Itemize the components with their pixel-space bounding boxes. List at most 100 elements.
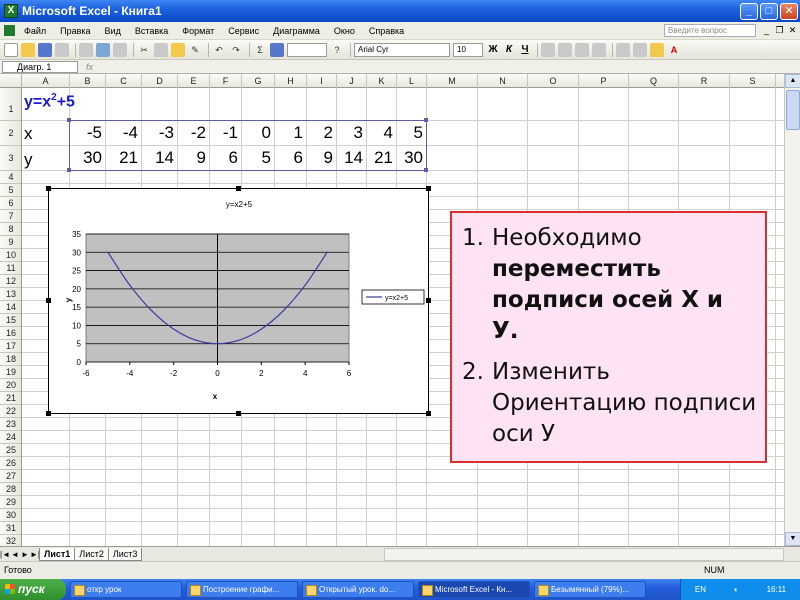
column-header[interactable]: C [106, 74, 142, 88]
taskbar-item[interactable]: Безымянный (79%)... [534, 581, 646, 598]
paste-icon[interactable] [171, 42, 185, 57]
row-header[interactable]: 16 [0, 327, 21, 340]
row-header[interactable]: 32 [0, 535, 21, 546]
row-header[interactable]: 20 [0, 379, 21, 392]
tray-icon[interactable]: ◐ [734, 585, 739, 594]
row-header[interactable]: 18 [0, 353, 21, 366]
column-header[interactable]: Q [629, 74, 679, 88]
tab-sheet3[interactable]: Лист3 [107, 547, 143, 561]
taskbar-item[interactable]: Построение графи... [186, 581, 298, 598]
close-button[interactable]: ✕ [780, 2, 798, 20]
autosum-icon[interactable]: Σ [253, 43, 267, 57]
menu-tools[interactable]: Сервис [221, 26, 266, 36]
column-header[interactable]: G [242, 74, 275, 88]
column-header[interactable]: L [397, 74, 427, 88]
first-sheet-icon[interactable]: |◄ [0, 550, 10, 559]
column-header[interactable]: N [478, 74, 528, 88]
row-header[interactable]: 11 [0, 262, 21, 275]
row-header[interactable]: 13 [0, 288, 21, 301]
chart-resize-handle[interactable] [426, 411, 431, 416]
row-header[interactable]: 14 [0, 301, 21, 314]
font-color-icon[interactable]: A [667, 43, 681, 57]
merge-center-icon[interactable] [592, 42, 606, 57]
next-sheet-icon[interactable]: ► [20, 550, 30, 559]
zoom-dropdown[interactable] [287, 42, 327, 57]
format-painter-icon[interactable]: ✎ [188, 43, 202, 57]
chart-resize-handle[interactable] [236, 186, 241, 191]
menu-format[interactable]: Формат [175, 26, 221, 36]
row-header[interactable]: 19 [0, 366, 21, 379]
column-header[interactable]: E [178, 74, 210, 88]
prev-sheet-icon[interactable]: ◄ [10, 550, 20, 559]
row-header[interactable]: 28 [0, 483, 21, 496]
column-header[interactable]: R [679, 74, 730, 88]
workbook-icon[interactable] [4, 25, 15, 36]
row-header[interactable]: 22 [0, 405, 21, 418]
cell-a1-formula-title[interactable]: y=x2+5 [24, 92, 75, 111]
row-header[interactable]: 27 [0, 470, 21, 483]
permission-icon[interactable] [55, 42, 69, 57]
chart-wizard-icon[interactable] [270, 42, 284, 57]
save-icon[interactable] [38, 42, 52, 57]
row-header[interactable]: 30 [0, 509, 21, 522]
range-handle[interactable] [424, 118, 428, 122]
excel-app-icon[interactable]: X [4, 4, 18, 18]
row-header[interactable]: 12 [0, 275, 21, 288]
range-handle[interactable] [67, 168, 71, 172]
row-header[interactable]: 2 [0, 121, 21, 146]
bold-button[interactable]: Ж [486, 44, 500, 55]
menu-window[interactable]: Окно [327, 26, 362, 36]
embedded-chart[interactable]: 0 5 10 15 20 25 30 35 -6 -4 -2 0 2 4 6 y=x2+5 y=x2+5 x y [48, 188, 429, 414]
menu-edit[interactable]: Правка [53, 26, 97, 36]
menu-view[interactable]: Вид [98, 26, 128, 36]
align-left-icon[interactable] [541, 42, 555, 57]
tab-sheet1[interactable]: Лист1 [39, 547, 76, 561]
row-header[interactable]: 5 [0, 184, 21, 197]
print-icon[interactable] [79, 42, 93, 57]
fill-color-icon[interactable] [650, 42, 664, 57]
menu-file[interactable]: Файл [17, 26, 53, 36]
undo-icon[interactable]: ↶ [212, 43, 226, 57]
cut-icon[interactable]: ✂ [137, 43, 151, 57]
fx-icon[interactable]: fx [86, 62, 93, 72]
copy-icon[interactable] [154, 42, 168, 57]
column-header[interactable]: F [210, 74, 242, 88]
chart-resize-handle[interactable] [236, 411, 241, 416]
cell-a3-y-label[interactable]: y [24, 150, 33, 170]
doc-restore-icon[interactable]: ❐ [774, 24, 785, 36]
spelling-icon[interactable] [113, 42, 127, 57]
cell-a2-x-label[interactable]: x [24, 124, 33, 144]
range-handle[interactable] [424, 168, 428, 172]
row-header[interactable]: 26 [0, 457, 21, 470]
row-header[interactable]: 3 [0, 146, 21, 171]
column-header[interactable]: M [427, 74, 478, 88]
row-header[interactable]: 10 [0, 249, 21, 262]
column-header[interactable]: K [367, 74, 397, 88]
align-right-icon[interactable] [575, 42, 589, 57]
chart-resize-handle[interactable] [46, 186, 51, 191]
row-header[interactable]: 21 [0, 392, 21, 405]
menu-insert[interactable]: Вставка [128, 26, 175, 36]
vertical-scrollbar[interactable]: ▲ ▼ [784, 74, 800, 546]
range-handle[interactable] [67, 118, 71, 122]
doc-minimize-icon[interactable]: _ [761, 24, 772, 36]
menu-help[interactable]: Справка [362, 26, 411, 36]
column-header[interactable]: H [275, 74, 307, 88]
row-header[interactable]: 25 [0, 444, 21, 457]
font-name-dropdown[interactable]: Arial Cyr [354, 42, 450, 57]
horizontal-scrollbar[interactable] [384, 547, 784, 561]
row-header[interactable]: 9 [0, 236, 21, 249]
minimize-button[interactable]: _ [740, 2, 758, 20]
scroll-down-icon[interactable]: ▼ [785, 532, 800, 546]
help-question-input[interactable]: Введите вопрос [664, 24, 756, 37]
column-header[interactable]: P [579, 74, 629, 88]
language-indicator[interactable]: EN [695, 585, 706, 594]
start-button[interactable]: пуск [0, 579, 66, 600]
tab-sheet2[interactable]: Лист2 [74, 547, 109, 561]
help-icon[interactable]: ? [330, 43, 344, 57]
chart-resize-handle[interactable] [46, 298, 51, 303]
column-header[interactable]: B [70, 74, 106, 88]
taskbar-item-active[interactable]: Microsoft Excel - Кн... [418, 581, 530, 598]
row-header[interactable]: 7 [0, 210, 21, 223]
row-header[interactable]: 17 [0, 340, 21, 353]
